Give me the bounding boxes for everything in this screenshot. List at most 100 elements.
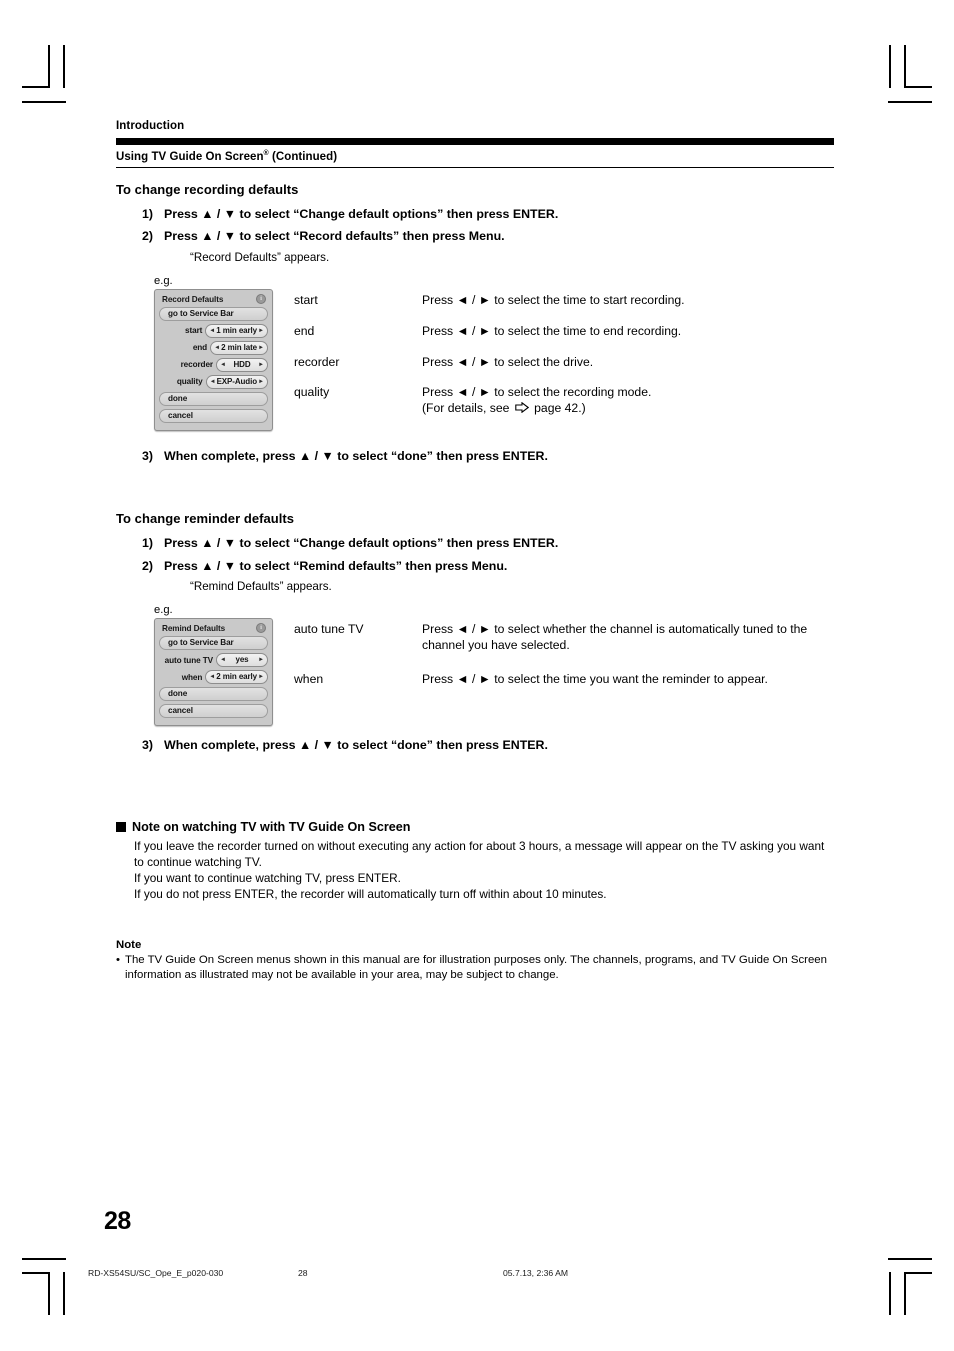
step-text: When complete, press ▲ / ▼ to select “do… — [164, 448, 548, 463]
record-field-end[interactable]: end ◄ 2 min late ► — [159, 340, 268, 355]
remind-field-when-value-text: 2 min early — [216, 672, 257, 682]
page-title: Using TV Guide On Screen® (Continued) — [116, 150, 834, 163]
record-field-end-value-text: 2 min late — [221, 342, 257, 352]
description-row: start Press ◄ / ► to select the time to … — [294, 293, 834, 309]
chevron-left-icon[interactable]: ◄ — [214, 345, 220, 351]
description-row: recorder Press ◄ / ► to select the drive… — [294, 355, 834, 371]
page-title-suffix: (Continued) — [268, 150, 338, 163]
record-field-start-value-text: 1 min early — [216, 325, 257, 335]
reminder-substep-note: “Remind Defaults” appears. — [190, 580, 332, 594]
chevron-right-icon[interactable]: ► — [258, 345, 264, 351]
step-number: 3) — [142, 448, 154, 463]
remind-field-auto-tune-tv-label: auto tune TV — [164, 655, 213, 665]
step-number: 2) — [142, 558, 154, 573]
note-on-watching-tv-block: Note on watching TV with TV Guide On Scr… — [116, 820, 834, 903]
crop-mark-top-right-horizontal-inner — [888, 101, 932, 103]
record-field-quality[interactable]: quality ◄ EXP-Audio ► — [159, 374, 268, 389]
crop-mark-bottom-right-vertical-inner — [904, 1272, 906, 1315]
chevron-left-icon[interactable]: ◄ — [209, 674, 215, 680]
remind-defaults-menu[interactable]: Remind Defaults i go to Service Bar auto… — [154, 618, 273, 727]
header-divider-thick — [116, 138, 834, 145]
info-icon[interactable]: i — [256, 623, 266, 634]
description-definition: Press ◄ / ► to select the drive. — [422, 354, 594, 369]
note-line: If you want to continue watching TV, pre… — [134, 871, 401, 886]
remind-field-auto-tune-tv[interactable]: auto tune TV ◄ yes ► — [159, 653, 268, 668]
step-number: 2) — [142, 229, 154, 244]
list-item: 3) When complete, press ▲ / ▼ to select … — [116, 738, 834, 754]
description-term: start — [294, 292, 318, 307]
remind-cancel-button[interactable]: cancel — [159, 704, 268, 719]
subhead-recording-defaults: To change recording defaults — [116, 181, 299, 197]
subhead-reminder-defaults: To change reminder defaults — [116, 511, 295, 527]
step-text: Press ▲ / ▼ to select “Change default op… — [164, 206, 559, 221]
page-reference-arrow-icon — [515, 402, 529, 414]
description-row: when Press ◄ / ► to select the time you … — [294, 672, 834, 688]
recording-substep-note: “Record Defaults” appears. — [190, 250, 330, 264]
go-to-service-bar-button[interactable]: go to Service Bar — [159, 636, 268, 651]
remind-defaults-menu-title: Remind Defaults i — [159, 623, 268, 636]
record-field-start-value[interactable]: ◄ 1 min early ► — [205, 323, 268, 338]
note-on-watching-tv-heading: Note on watching TV with TV Guide On Scr… — [116, 820, 834, 834]
crop-mark-top-left-horizontal-inner — [22, 101, 66, 103]
chevron-right-icon[interactable]: ► — [258, 674, 264, 680]
record-field-recorder-value-text: HDD — [233, 359, 251, 369]
chevron-left-icon[interactable]: ◄ — [220, 362, 226, 368]
page-content: Introduction Using TV Guide On Screen® (… — [116, 120, 834, 984]
record-field-recorder-value[interactable]: ◄ HDD ► — [216, 357, 268, 372]
record-field-end-label: end — [192, 343, 208, 353]
note-line: If you do not press ENTER, the recorder … — [134, 887, 607, 902]
record-field-quality-value-text: EXP-Audio — [216, 376, 258, 386]
chevron-right-icon[interactable]: ► — [258, 379, 264, 385]
chevron-right-icon[interactable]: ► — [258, 657, 264, 663]
remind-defaults-title-text: Remind Defaults — [162, 624, 226, 634]
header-divider-thin — [116, 166, 834, 168]
remind-field-auto-tune-tv-value-text: yes — [235, 655, 249, 665]
info-icon[interactable]: i — [256, 293, 266, 304]
footer: RD-XS54SU/SC_Ope_E_p020-030 28 05.7.13, … — [88, 1268, 868, 1278]
record-cancel-button[interactable]: cancel — [159, 408, 268, 423]
description-term: auto tune TV — [294, 622, 364, 637]
description-row: quality Press ◄ / ► to select the record… — [294, 385, 834, 417]
crop-mark-top-right-vertical-inner — [904, 45, 906, 88]
record-done-button[interactable]: done — [159, 391, 268, 406]
record-field-start[interactable]: start ◄ 1 min early ► — [159, 323, 268, 338]
reminder-final-step-list: 3) When complete, press ▲ / ▼ to select … — [116, 738, 834, 754]
bottom-note-block: Note • The TV Guide On Screen menus show… — [116, 939, 834, 984]
chevron-left-icon[interactable]: ◄ — [209, 328, 215, 334]
chevron-right-icon[interactable]: ► — [258, 328, 264, 334]
reminder-example-label: e.g. — [154, 604, 173, 617]
bottom-note-body: • The TV Guide On Screen menus shown in … — [116, 953, 834, 984]
list-item: 1) Press ▲ / ▼ to select “Change default… — [116, 207, 834, 223]
description-cross-reference-prefix: (For details, see — [422, 401, 513, 416]
list-item: 2) Press ▲ / ▼ to select “Remind default… — [116, 559, 834, 575]
description-definition: Press ◄ / ► to select whether the channe… — [422, 622, 808, 653]
record-field-end-value[interactable]: ◄ 2 min late ► — [210, 340, 268, 355]
remind-field-when[interactable]: when ◄ 2 min early ► — [159, 670, 268, 685]
record-field-recorder[interactable]: recorder ◄ HDD ► — [159, 357, 268, 372]
description-definition: Press ◄ / ► to select the time to end re… — [422, 323, 682, 338]
chevron-left-icon[interactable]: ◄ — [220, 657, 226, 663]
record-field-quality-value[interactable]: ◄ EXP-Audio ► — [205, 374, 268, 389]
crop-mark-bottom-left-vertical-outer — [48, 1272, 50, 1315]
remind-field-when-value[interactable]: ◄ 2 min early ► — [205, 670, 268, 685]
step-number: 1) — [142, 536, 154, 551]
note-on-watching-tv-body: If you leave the recorder turned on with… — [134, 838, 834, 903]
recording-example-label: e.g. — [154, 274, 173, 287]
chevron-left-icon[interactable]: ◄ — [210, 379, 216, 385]
description-definition: Press ◄ / ► to select the recording mode… — [422, 385, 652, 400]
record-defaults-menu[interactable]: Record Defaults i go to Service Bar star… — [154, 288, 273, 431]
description-cross-reference-suffix: page 42.) — [530, 401, 586, 416]
recording-steps-list: 1) Press ▲ / ▼ to select “Change default… — [116, 207, 834, 265]
crop-mark-bottom-right-horizontal-outer — [888, 1258, 932, 1260]
crop-mark-bottom-right-horizontal-inner — [904, 1272, 932, 1274]
chevron-right-icon[interactable]: ► — [258, 362, 264, 368]
step-text: Press ▲ / ▼ to select “Record defaults” … — [164, 229, 505, 244]
description-term: end — [294, 323, 315, 338]
remind-field-auto-tune-tv-value[interactable]: ◄ yes ► — [216, 653, 268, 668]
page-title-text: Using TV Guide On Screen — [116, 150, 264, 163]
remind-done-button[interactable]: done — [159, 687, 268, 702]
reminder-descriptions: auto tune TV Press ◄ / ► to select wheth… — [294, 618, 834, 703]
crop-mark-top-right-vertical-outer — [889, 45, 891, 88]
go-to-service-bar-button[interactable]: go to Service Bar — [159, 306, 268, 321]
list-item: 1) Press ▲ / ▼ to select “Change default… — [116, 536, 834, 552]
